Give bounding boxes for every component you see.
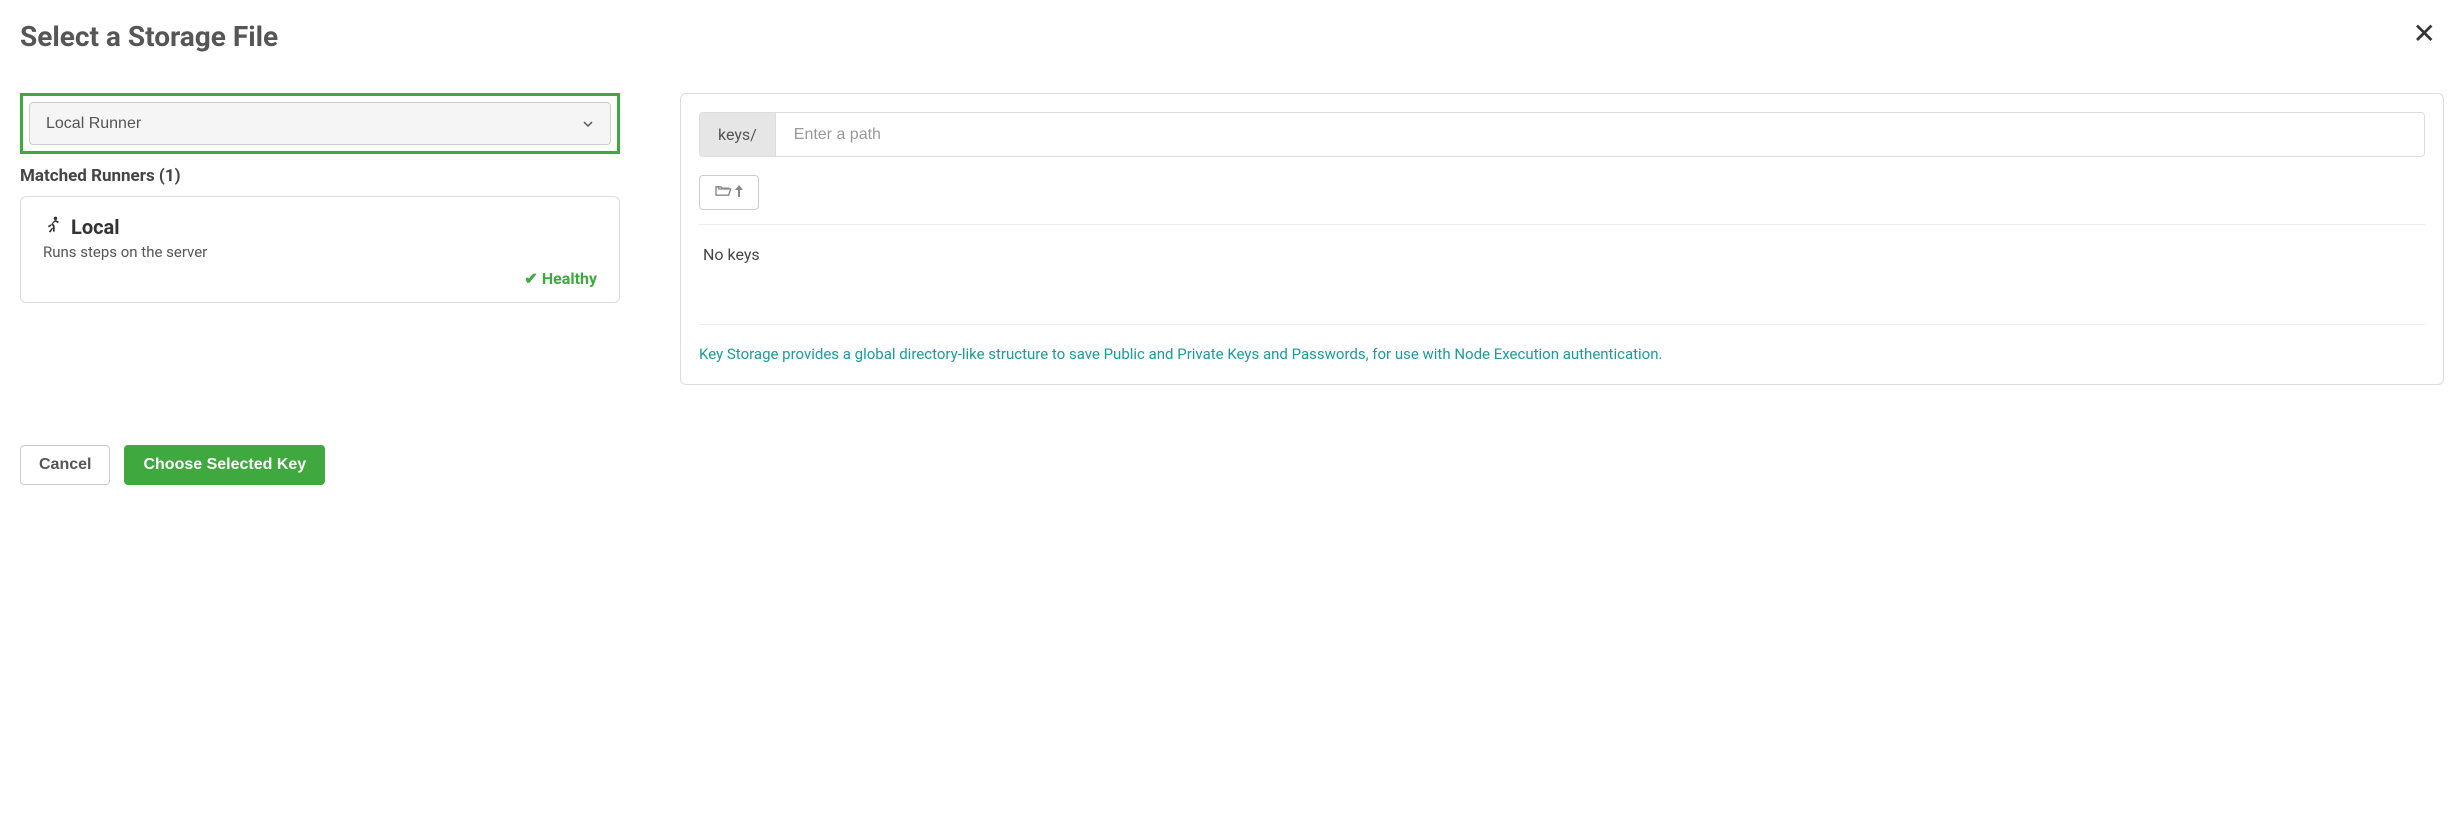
runner-description: Runs steps on the server [43,243,597,261]
runner-status: ✔ Healthy [43,269,597,288]
runner-dropdown[interactable]: Local Runner [29,102,611,145]
runner-card[interactable]: Local Runs steps on the server ✔ Healthy [20,196,620,303]
modal-title: Select a Storage File [20,20,278,53]
runner-dropdown-highlight: Local Runner [20,93,620,154]
check-icon: ✔ [524,269,537,288]
no-keys-message: No keys [703,245,2421,264]
help-text: Key Storage provides a global directory-… [699,343,2425,366]
path-prefix: keys/ [700,113,776,156]
matched-runners-label: Matched Runners (1) [20,166,620,186]
path-input-group: keys/ [699,112,2425,157]
choose-selected-key-button[interactable]: Choose Selected Key [124,445,325,485]
path-input[interactable] [776,113,2424,156]
running-person-icon [43,215,63,239]
runner-name: Local [71,215,120,239]
folder-up-button[interactable] [699,175,759,210]
close-icon: ✕ [2413,18,2436,49]
key-storage-panel: keys/ No keys Key Stora [680,93,2444,385]
keys-listing: No keys [699,224,2425,325]
close-button[interactable]: ✕ [2405,20,2444,48]
arrow-up-icon [734,184,744,201]
runner-status-text: Healthy [542,269,597,288]
folder-open-icon [714,184,732,201]
cancel-button[interactable]: Cancel [20,445,110,485]
